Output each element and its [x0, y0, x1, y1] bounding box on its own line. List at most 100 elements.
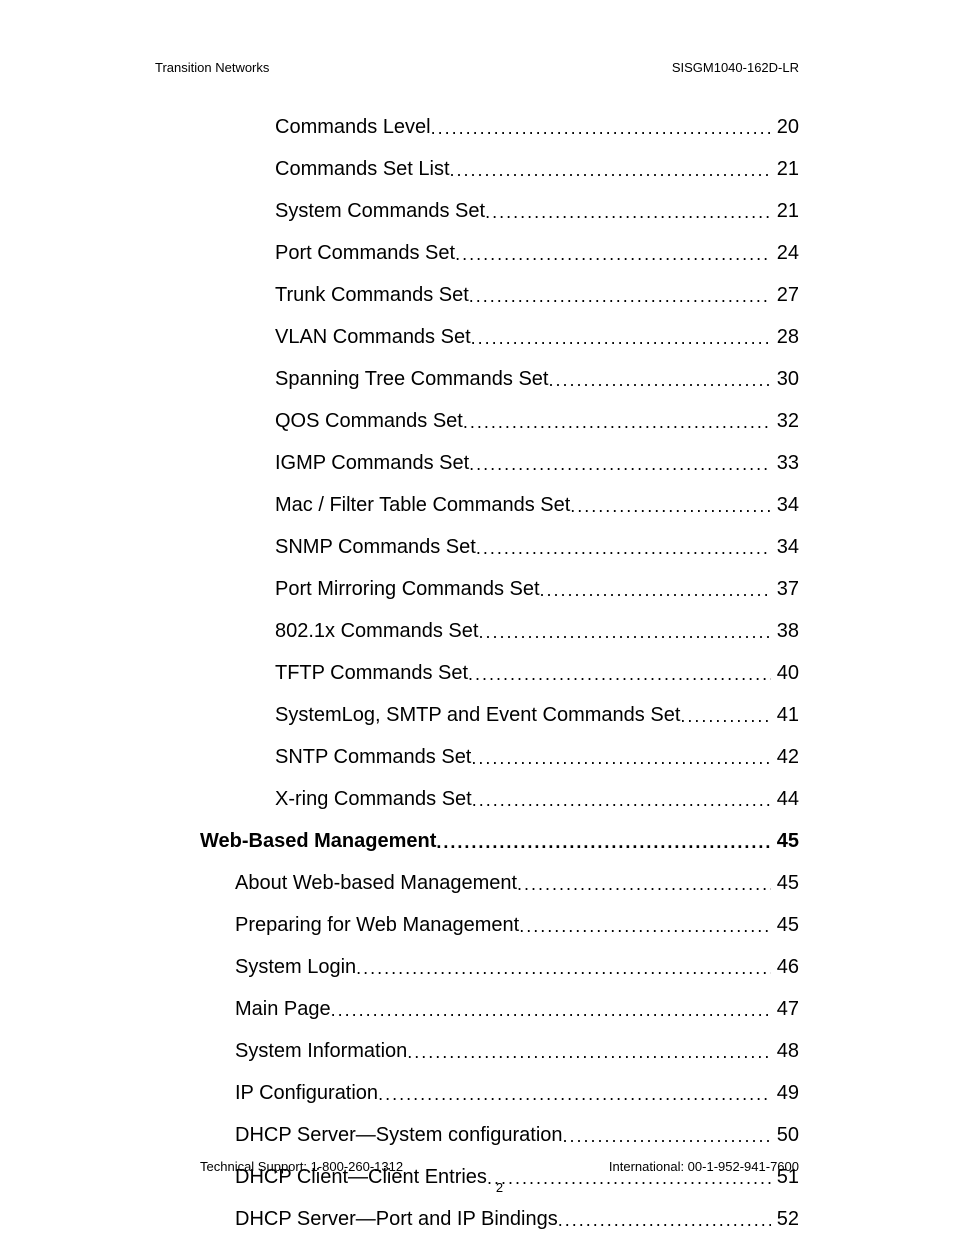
toc-leader-dots	[455, 244, 771, 266]
toc-entry: IP Configuration 49	[235, 1081, 799, 1105]
toc-leader-dots	[431, 118, 771, 140]
toc-title: SNMP Commands Set	[275, 535, 476, 559]
toc-entry: SNMP Commands Set 34	[275, 535, 799, 559]
toc-entry: IGMP Commands Set 33	[275, 451, 799, 475]
toc-page-number: 47	[771, 997, 799, 1021]
toc-page-number: 41	[771, 703, 799, 727]
toc-title: Port Mirroring Commands Set	[275, 577, 540, 601]
toc-title: DHCP Server—System configuration	[235, 1123, 563, 1147]
toc-page-number: 32	[771, 409, 799, 433]
toc-leader-dots	[471, 748, 771, 770]
toc-entry: 802.1x Commands Set 38	[275, 619, 799, 643]
toc-page-number: 49	[771, 1081, 799, 1105]
toc-entry: Trunk Commands Set 27	[275, 283, 799, 307]
footer-right: International: 00-1-952-941-7600	[609, 1159, 799, 1174]
toc-leader-dots	[517, 874, 771, 896]
toc-leader-dots	[436, 832, 771, 854]
toc-leader-dots	[471, 328, 771, 350]
toc-title: VLAN Commands Set	[275, 325, 471, 349]
toc-leader-dots	[463, 412, 771, 434]
toc-entry: DHCP Server—System configuration 50	[235, 1123, 799, 1147]
toc-entry: Mac / Filter Table Commands Set 34	[275, 493, 799, 517]
toc-page-number: 42	[771, 745, 799, 769]
toc-leader-dots	[563, 1126, 771, 1148]
toc-title: IGMP Commands Set	[275, 451, 469, 475]
page-header: Transition Networks SISGM1040-162D-LR	[155, 60, 799, 75]
toc-leader-dots	[472, 790, 771, 812]
toc-leader-dots	[540, 580, 771, 602]
toc-entry: System Login 46	[235, 955, 799, 979]
toc-title: DHCP Server—Port and IP Bindings	[235, 1207, 558, 1231]
toc-leader-dots	[450, 160, 771, 182]
toc-leader-dots	[407, 1042, 771, 1064]
toc-leader-dots	[468, 664, 771, 686]
toc-title: System Information	[235, 1039, 407, 1063]
toc-title: Web-Based Management	[200, 829, 436, 853]
toc-page-number: 21	[771, 157, 799, 181]
toc-entry: Port Mirroring Commands Set 37	[275, 577, 799, 601]
toc-entry: SNTP Commands Set 42	[275, 745, 799, 769]
toc-page-number: 33	[771, 451, 799, 475]
toc-title: Mac / Filter Table Commands Set	[275, 493, 570, 517]
toc-title: 802.1x Commands Set	[275, 619, 478, 643]
toc-entry: Preparing for Web Management 45	[235, 913, 799, 937]
toc-title: QOS Commands Set	[275, 409, 463, 433]
toc-page-number: 37	[771, 577, 799, 601]
toc-title: X-ring Commands Set	[275, 787, 472, 811]
toc-leader-dots	[476, 538, 771, 560]
toc-entry: Commands Set List 21	[275, 157, 799, 181]
toc-title: IP Configuration	[235, 1081, 378, 1105]
toc-title: SystemLog, SMTP and Event Commands Set	[275, 703, 680, 727]
toc-page-number: 40	[771, 661, 799, 685]
toc-title: System Login	[235, 955, 356, 979]
toc-title: Preparing for Web Management	[235, 913, 519, 937]
toc-entry: VLAN Commands Set 28	[275, 325, 799, 349]
toc-page-number: 38	[771, 619, 799, 643]
toc-title: About Web-based Management	[235, 871, 517, 895]
toc-page-number: 28	[771, 325, 799, 349]
toc-entry: QOS Commands Set 32	[275, 409, 799, 433]
toc-page-number: 48	[771, 1039, 799, 1063]
toc-title: TFTP Commands Set	[275, 661, 468, 685]
toc-leader-dots	[378, 1084, 771, 1106]
toc-entry: Web-Based Management 45	[200, 829, 799, 853]
toc-entry: Spanning Tree Commands Set 30	[275, 367, 799, 391]
toc-entry: About Web-based Management 45	[235, 871, 799, 895]
toc-leader-dots	[331, 1000, 771, 1022]
toc-title: SNTP Commands Set	[275, 745, 471, 769]
toc-leader-dots	[558, 1210, 771, 1232]
page-footer: Technical Support: 1-800-260-1312 Intern…	[200, 1159, 799, 1195]
toc-page-number: 45	[771, 913, 799, 937]
toc-page-number: 34	[771, 493, 799, 517]
toc-page-number: 27	[771, 283, 799, 307]
toc-leader-dots	[485, 202, 771, 224]
toc-title: Spanning Tree Commands Set	[275, 367, 549, 391]
toc-page-number: 34	[771, 535, 799, 559]
toc-entry: System Commands Set 21	[275, 199, 799, 223]
toc-page-number: 44	[771, 787, 799, 811]
header-right: SISGM1040-162D-LR	[672, 60, 799, 75]
toc-title: Trunk Commands Set	[275, 283, 469, 307]
toc-leader-dots	[549, 370, 772, 392]
toc-entry: Commands Level 20	[275, 115, 799, 139]
toc-leader-dots	[356, 958, 771, 980]
toc-page-number: 45	[771, 829, 799, 853]
toc-page-number: 45	[771, 871, 799, 895]
toc-title: Port Commands Set	[275, 241, 455, 265]
toc-leader-dots	[519, 916, 771, 938]
toc-page-number: 30	[771, 367, 799, 391]
toc-page-number: 52	[771, 1207, 799, 1231]
toc-page-number: 50	[771, 1123, 799, 1147]
toc-leader-dots	[680, 706, 771, 728]
toc-title: Main Page	[235, 997, 331, 1021]
table-of-contents: Commands Level 20 Commands Set List 21 Sys…	[155, 115, 799, 1231]
header-left: Transition Networks	[155, 60, 269, 75]
toc-leader-dots	[478, 622, 771, 644]
page-number: 2	[200, 1180, 799, 1195]
toc-entry: Port Commands Set 24	[275, 241, 799, 265]
toc-leader-dots	[469, 454, 771, 476]
toc-title: System Commands Set	[275, 199, 485, 223]
toc-title: Commands Set List	[275, 157, 450, 181]
toc-entry: TFTP Commands Set 40	[275, 661, 799, 685]
toc-page-number: 46	[771, 955, 799, 979]
